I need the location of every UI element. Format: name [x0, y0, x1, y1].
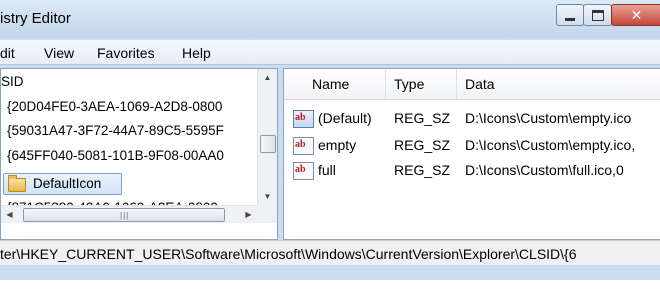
status-bar: ter\HKEY_CURRENT_USER\Software\Microsoft…	[0, 240, 660, 265]
value-row[interactable]: ab empty REG_SZ D:\Icons\Custom\empty.ic…	[284, 134, 660, 158]
vertical-scroll-thumb[interactable]	[260, 135, 276, 153]
value-row[interactable]: ab (Default) REG_SZ D:\Icons\Custom\empt…	[284, 107, 660, 131]
tree-item-label: {20D04FE0-3AEA-1069-A2D8-0800	[7, 99, 223, 114]
title-bar[interactable]: istry Editor ✕	[0, 0, 660, 38]
tree-item-clsid[interactable]: SID	[1, 72, 24, 92]
maximize-icon	[591, 9, 604, 21]
scroll-down-icon[interactable]: ▼	[258, 188, 277, 205]
column-divider[interactable]	[385, 69, 386, 99]
tree-item-key[interactable]: {59031A47-3F72-44A7-89C5-5595F	[7, 121, 224, 141]
close-button[interactable]: ✕	[611, 4, 660, 26]
folder-icon	[8, 175, 26, 192]
value-name: (Default)	[318, 110, 372, 126]
value-data: D:\Icons\Custom\empty.ico	[465, 110, 632, 126]
string-value-icon: ab	[293, 162, 314, 180]
value-data: D:\Icons\Custom\full.ico,0	[465, 162, 624, 178]
value-name: empty	[318, 137, 357, 153]
scroll-up-icon[interactable]: ▲	[258, 69, 277, 86]
values-list-pane[interactable]: Name Type Data ab (Default) REG_SZ D:\Ic…	[283, 68, 660, 240]
key-tree-pane[interactable]: SID {20D04FE0-3AEA-1069-A2D8-0800 {59031…	[0, 68, 278, 240]
close-icon: ✕	[630, 7, 643, 23]
tree-horizontal-scrollbar[interactable]: ◀ ||| ▶	[1, 205, 257, 223]
tree-item-label: {645FF040-5081-101B-9F08-00AA0	[7, 148, 224, 163]
tree-item-label: DefaultIcon	[33, 176, 102, 191]
grip-icon: |||	[120, 211, 130, 220]
registry-editor-window: istry Editor ✕ dit View Favorites Help S…	[0, 0, 660, 280]
minimize-button[interactable]	[556, 4, 584, 26]
menu-bar: dit View Favorites Help	[0, 40, 660, 65]
tree-item-label: {59031A47-3F72-44A7-89C5-5595F	[7, 123, 224, 138]
menu-edit[interactable]: dit	[0, 45, 15, 61]
list-header: Name Type Data	[284, 69, 660, 100]
string-value-icon: ab	[293, 137, 314, 155]
menu-help[interactable]: Help	[182, 45, 211, 61]
scroll-left-icon[interactable]: ◀	[1, 206, 18, 223]
menu-view[interactable]: View	[44, 45, 74, 61]
minimize-icon	[565, 17, 575, 21]
maximize-button[interactable]	[583, 4, 612, 26]
string-value-icon: ab	[293, 110, 314, 128]
column-header-data[interactable]: Data	[465, 76, 495, 92]
tree-item-key[interactable]: {20D04FE0-3AEA-1069-A2D8-0800	[7, 97, 222, 117]
registry-path: ter\HKEY_CURRENT_USER\Software\Microsoft…	[0, 246, 577, 262]
value-data: D:\Icons\Custom\empty.ico,	[465, 137, 636, 153]
column-header-type[interactable]: Type	[394, 76, 424, 92]
tree-item-label: SID	[1, 74, 24, 89]
scrollbar-corner	[257, 205, 277, 223]
value-row[interactable]: ab full REG_SZ D:\Icons\Custom\full.ico,…	[284, 159, 660, 183]
column-divider[interactable]	[456, 69, 457, 99]
tree-item-key[interactable]: {645FF040-5081-101B-9F08-00AA0	[7, 146, 224, 166]
horizontal-scroll-thumb[interactable]: |||	[23, 208, 225, 222]
scroll-right-icon[interactable]: ▶	[240, 206, 257, 223]
tree-item-defaulticon[interactable]: DefaultIcon	[3, 173, 122, 195]
column-header-name[interactable]: Name	[312, 76, 349, 92]
tree-vertical-scrollbar[interactable]: ▲ ▼	[257, 69, 277, 205]
value-name: full	[318, 162, 336, 178]
value-type: REG_SZ	[394, 137, 451, 153]
window-title: istry Editor	[0, 10, 71, 27]
menu-favorites[interactable]: Favorites	[97, 45, 155, 61]
value-type: REG_SZ	[394, 110, 451, 126]
value-type: REG_SZ	[394, 162, 451, 178]
